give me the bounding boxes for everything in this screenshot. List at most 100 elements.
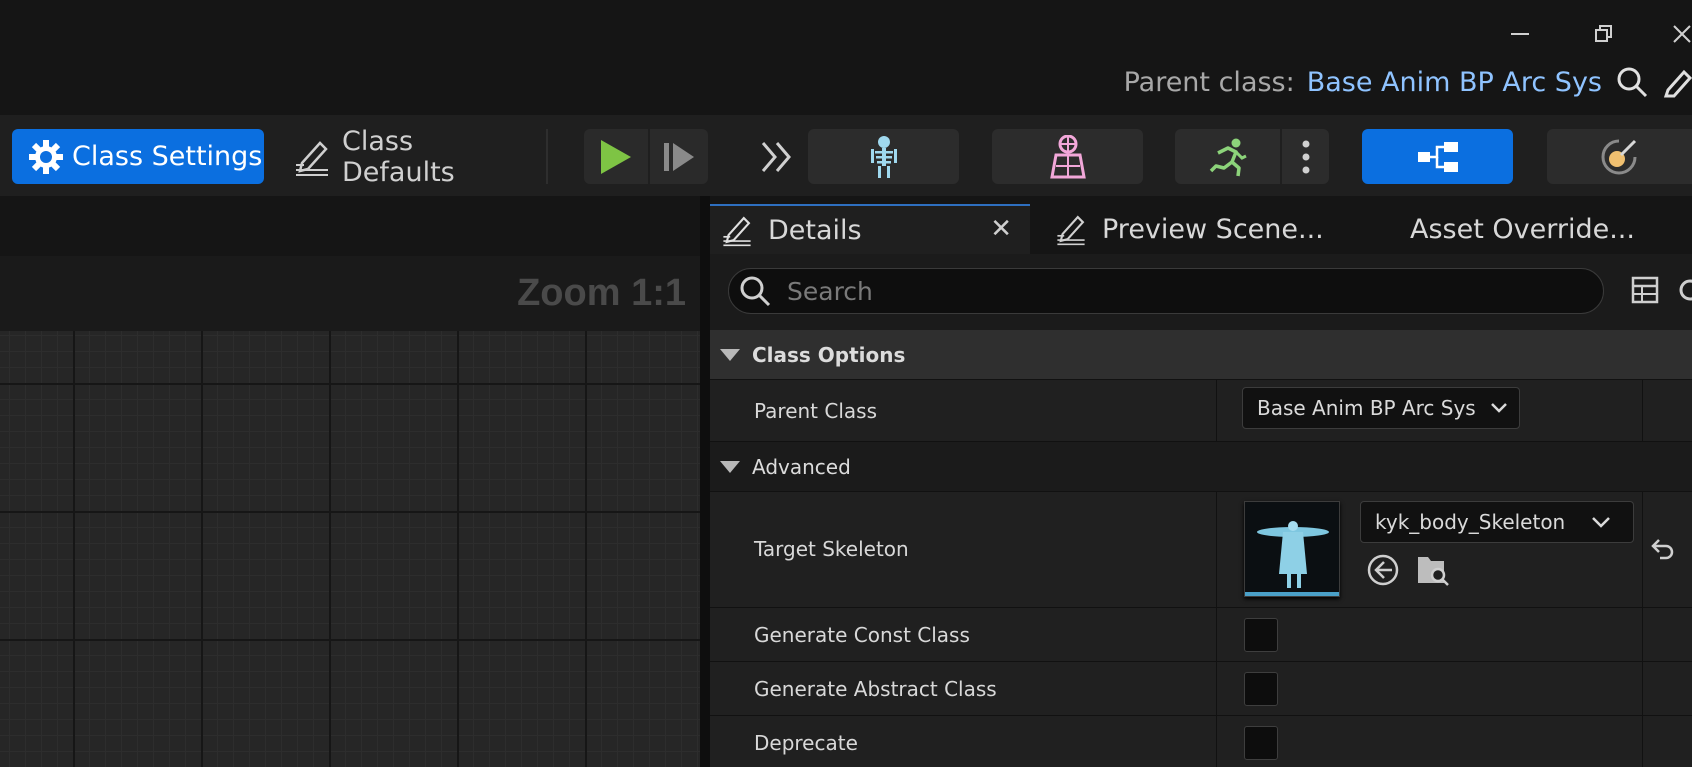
toolbar-divider bbox=[546, 129, 548, 184]
pencil-icon bbox=[1663, 69, 1692, 98]
tab-preview-scene-label: Preview Scene... bbox=[1102, 213, 1324, 245]
parent-class-row: Parent class: Base Anim BP Arc Sys bbox=[1124, 62, 1692, 102]
arrow-left-circle-icon bbox=[1367, 554, 1399, 586]
details-tab-bar: Details ✕ Preview Scene... Asset Overrid… bbox=[710, 196, 1692, 254]
generate-abstract-class-checkbox[interactable] bbox=[1244, 672, 1278, 706]
column-divider bbox=[1642, 716, 1643, 767]
search-input[interactable] bbox=[785, 275, 1549, 307]
step-icon bbox=[664, 142, 694, 171]
thumbnail-asset-bar bbox=[1245, 592, 1339, 596]
graph-grid[interactable] bbox=[0, 331, 700, 767]
step-button[interactable] bbox=[650, 129, 708, 184]
blueprint-graph-mode-button[interactable] bbox=[1362, 129, 1513, 184]
section-advanced[interactable]: Advanced bbox=[710, 442, 1692, 492]
search-row bbox=[710, 254, 1692, 330]
minimize-button[interactable] bbox=[1500, 14, 1540, 54]
column-divider bbox=[1642, 662, 1643, 715]
section-class-options[interactable]: Class Options bbox=[710, 330, 1692, 380]
minimize-icon bbox=[1511, 33, 1529, 35]
search-icon bbox=[1617, 67, 1648, 98]
reset-to-default-button[interactable] bbox=[1650, 536, 1676, 562]
folder-search-icon bbox=[1418, 557, 1449, 586]
details-pencil-icon bbox=[720, 213, 754, 247]
column-divider bbox=[1216, 662, 1217, 715]
close-window-button[interactable] bbox=[1662, 14, 1692, 54]
column-divider bbox=[1216, 716, 1217, 767]
gear-icon bbox=[28, 139, 64, 175]
animation-options-button[interactable] bbox=[1282, 129, 1329, 184]
close-tab-button[interactable]: ✕ bbox=[990, 214, 1012, 244]
parent-class-link[interactable]: Base Anim BP Arc Sys bbox=[1307, 67, 1602, 98]
column-divider bbox=[1216, 380, 1217, 441]
skeleton-mode-button[interactable] bbox=[808, 129, 959, 184]
collapse-triangle-icon bbox=[720, 460, 740, 473]
property-matrix-button[interactable] bbox=[1631, 276, 1659, 304]
graph-nodes-icon bbox=[1417, 141, 1458, 172]
column-divider bbox=[1216, 492, 1217, 607]
generate-abstract-class-label: Generate Abstract Class bbox=[754, 677, 997, 701]
toolbar-overflow-button[interactable] bbox=[752, 129, 802, 184]
skeleton-thumbnail-image bbox=[1245, 502, 1339, 596]
property-row-deprecate: Deprecate bbox=[710, 716, 1692, 767]
deprecate-checkbox[interactable] bbox=[1244, 726, 1278, 760]
find-parent-button[interactable] bbox=[1616, 66, 1648, 98]
class-defaults-button[interactable]: Class Defaults bbox=[292, 126, 532, 188]
graph-editor[interactable]: Zoom 1:1 bbox=[0, 256, 700, 767]
target-skeleton-prop-label: Target Skeleton bbox=[754, 537, 909, 561]
skeleton-thumbnail[interactable] bbox=[1244, 501, 1340, 597]
vertical-dots-icon bbox=[1302, 140, 1309, 173]
details-settings-button[interactable] bbox=[1676, 276, 1692, 304]
graph-header: Zoom 1:1 bbox=[0, 256, 700, 331]
close-icon bbox=[1673, 25, 1691, 43]
generate-const-class-checkbox[interactable] bbox=[1244, 618, 1278, 652]
deprecate-label: Deprecate bbox=[754, 731, 858, 755]
parent-class-combo[interactable]: Base Anim BP Arc Sys bbox=[1242, 387, 1520, 429]
property-row-generate-abstract-class: Generate Abstract Class bbox=[710, 662, 1692, 716]
skeleton-icon bbox=[870, 135, 897, 178]
preview-pencil-icon bbox=[1054, 212, 1088, 246]
tab-asset-override-label: Asset Override... bbox=[1410, 213, 1635, 245]
column-divider bbox=[1216, 608, 1217, 661]
tab-details[interactable]: Details ✕ bbox=[710, 204, 1030, 254]
tab-details-label: Details bbox=[768, 214, 862, 246]
mesh-icon bbox=[1049, 134, 1086, 178]
parent-class-label: Parent class: bbox=[1123, 66, 1295, 98]
property-row-target-skeleton: Target Skeleton kyk_body_Skeleton bbox=[710, 492, 1692, 608]
defaults-pencil-icon bbox=[292, 137, 332, 177]
browse-to-asset-button[interactable] bbox=[1416, 553, 1450, 587]
search-icon bbox=[739, 275, 771, 307]
running-man-icon bbox=[1209, 138, 1247, 176]
mesh-mode-button[interactable] bbox=[992, 129, 1143, 184]
property-row-parent-class: Parent Class Base Anim BP Arc Sys bbox=[710, 380, 1692, 442]
column-divider bbox=[1642, 608, 1643, 661]
use-selected-asset-button[interactable] bbox=[1366, 553, 1400, 587]
chevron-down-icon bbox=[1490, 403, 1507, 413]
settings-gear-icon bbox=[1679, 279, 1692, 301]
toolbar: Class Settings Class Defaults bbox=[0, 115, 1692, 196]
reset-arrow-icon bbox=[1651, 539, 1674, 560]
details-search-box[interactable] bbox=[728, 268, 1604, 314]
edit-parent-button[interactable] bbox=[1662, 66, 1692, 98]
physics-mode-button[interactable] bbox=[1547, 129, 1692, 184]
tab-preview-scene[interactable]: Preview Scene... bbox=[1044, 204, 1324, 254]
physics-icon bbox=[1601, 139, 1637, 174]
column-divider bbox=[1642, 380, 1643, 441]
class-settings-label: Class Settings bbox=[72, 141, 263, 172]
panel-splitter[interactable] bbox=[700, 196, 710, 767]
class-defaults-label: Class Defaults bbox=[342, 125, 455, 188]
section-advanced-label: Advanced bbox=[752, 454, 851, 479]
play-button[interactable] bbox=[584, 129, 648, 184]
generate-const-class-label: Generate Const Class bbox=[754, 623, 970, 647]
class-settings-button[interactable]: Class Settings bbox=[12, 129, 264, 184]
animation-mode-button[interactable] bbox=[1175, 129, 1280, 184]
restore-icon bbox=[1595, 25, 1612, 42]
details-panel: Details ✕ Preview Scene... Asset Overrid… bbox=[710, 196, 1692, 767]
restore-button[interactable] bbox=[1584, 14, 1624, 54]
tab-asset-override[interactable]: Asset Override... bbox=[1410, 204, 1635, 254]
double-chevron-right-icon bbox=[761, 141, 791, 172]
parent-class-prop-label: Parent Class bbox=[754, 399, 877, 423]
property-row-generate-const-class: Generate Const Class bbox=[710, 608, 1692, 662]
zoom-label: Zoom 1:1 bbox=[517, 272, 686, 314]
target-skeleton-combo[interactable]: kyk_body_Skeleton bbox=[1360, 501, 1634, 543]
parent-class-combo-value: Base Anim BP Arc Sys bbox=[1257, 396, 1476, 420]
